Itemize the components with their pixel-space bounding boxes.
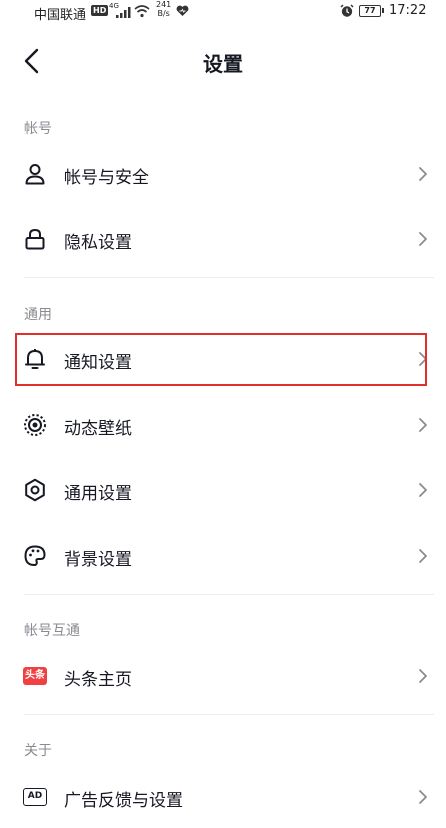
row-label: 广告反馈与设置 [64, 791, 183, 811]
page-title: 设置 [203, 52, 243, 76]
settings-row-live-wallpaper[interactable]: 动态壁纸 [0, 400, 446, 452]
chevron-right-icon [419, 418, 427, 432]
settings-row-ad-feedback[interactable]: AD 广告反馈与设置 [0, 772, 446, 824]
battery-icon: 77 [359, 5, 381, 17]
chevron-right-icon [419, 549, 427, 563]
chevron-right-icon [419, 669, 427, 683]
heart-icon [176, 5, 189, 17]
settings-row-toutiao[interactable]: 头条 头条主页 [0, 651, 446, 703]
gear-icon [25, 478, 45, 502]
row-label: 帐号与安全 [64, 168, 149, 188]
row-label: 动态壁纸 [64, 419, 132, 439]
signal-icon [116, 7, 131, 18]
section-header-account: 帐号 [24, 121, 52, 137]
section-header-about: 关于 [24, 743, 52, 759]
clock: 17:22 [389, 3, 427, 18]
ad-icon: AD [23, 788, 47, 806]
section-header-linked: 帐号互通 [24, 623, 80, 639]
network-speed: 241 B/s [156, 0, 171, 18]
row-label: 隐私设置 [64, 233, 132, 253]
nav-bar: 设置 [0, 36, 446, 86]
section-header-general: 通用 [24, 307, 52, 323]
chevron-right-icon [419, 167, 427, 181]
highlight-box [15, 333, 427, 386]
speed-unit: B/s [157, 9, 170, 18]
battery-tip [382, 8, 384, 13]
row-label: 通用设置 [64, 484, 132, 504]
section-divider [24, 594, 434, 595]
speed-value: 241 [156, 0, 172, 9]
live-wallpaper-icon [24, 414, 46, 436]
hd-badge: HD [91, 5, 109, 16]
settings-row-general[interactable]: 通用设置 [0, 465, 446, 517]
alarm-icon [340, 4, 354, 17]
row-label: 头条主页 [64, 670, 132, 690]
palette-icon [24, 545, 46, 567]
carrier-name: 中国联通 [34, 8, 87, 23]
section-divider [24, 277, 434, 278]
wifi-icon [134, 5, 150, 18]
section-divider [24, 714, 434, 715]
settings-row-account-security[interactable]: 帐号与安全 [0, 149, 446, 201]
user-icon [25, 164, 45, 185]
chevron-right-icon [419, 232, 427, 246]
chevron-right-icon [419, 483, 427, 497]
status-bar: 中国联通 HD 4G 241 B/s 77 17:22 [0, 0, 446, 24]
settings-row-background[interactable]: 背景设置 [0, 531, 446, 583]
row-label: 背景设置 [64, 550, 132, 570]
lock-icon [25, 228, 45, 250]
toutiao-icon: 头条 [23, 667, 47, 685]
settings-row-privacy[interactable]: 隐私设置 [0, 214, 446, 266]
chevron-right-icon [419, 790, 427, 804]
battery-level: 77 [364, 6, 376, 15]
